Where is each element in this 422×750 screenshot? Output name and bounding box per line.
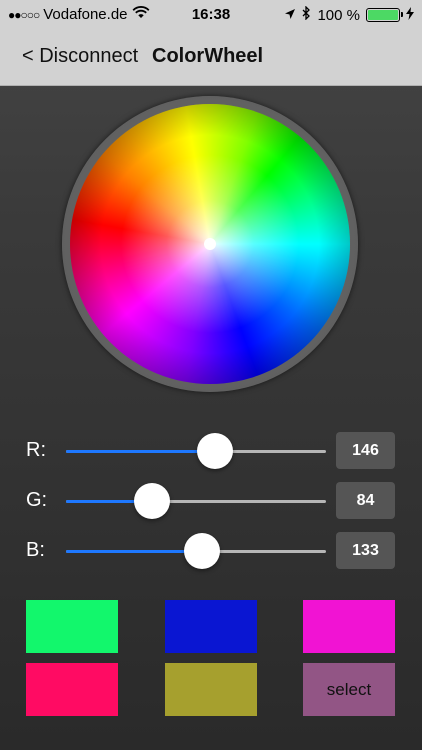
preset-swatch-3[interactable] [303,600,395,653]
blue-slider-thumb[interactable] [183,533,220,569]
battery-percent: 100 % [317,6,360,24]
green-slider[interactable] [66,483,326,519]
color-wheel[interactable] [70,104,350,384]
blue-slider[interactable] [66,533,326,569]
slider-row-blue: B: 133 [0,531,422,571]
location-arrow-icon [284,7,296,24]
preset-swatch-5[interactable] [165,663,257,716]
charging-bolt-icon [406,6,414,24]
status-right: 100 % [284,5,414,24]
slider-row-green: G: 84 [0,481,422,521]
select-color-button[interactable]: select [303,663,395,716]
slider-row-red: R: 146 [0,431,422,471]
status-bar: ●●○○○ Vodafone.de 16:38 100 % [0,0,422,30]
preset-swatch-4[interactable] [26,663,118,716]
battery-icon [366,8,403,22]
red-value-field[interactable]: 146 [336,432,395,469]
select-button-label: select [326,679,372,699]
red-label: R: [26,439,46,461]
blue-label: B: [26,539,45,561]
preset-swatch-1[interactable] [26,600,118,653]
disconnect-button[interactable]: < Disconnect [22,45,138,68]
red-slider[interactable] [66,433,326,469]
blue-slider-fill [66,550,202,553]
preset-swatch-2[interactable] [165,600,257,653]
bluetooth-icon [302,5,311,24]
green-slider-thumb[interactable] [133,483,170,519]
page-title: ColorWheel [152,45,264,67]
green-value-field[interactable]: 84 [336,482,395,519]
blue-value-field[interactable]: 133 [336,532,395,569]
red-slider-fill [66,450,215,453]
green-label: G: [26,489,48,511]
wheel-center-point [204,238,216,250]
red-slider-thumb[interactable] [196,433,233,469]
navigation-bar: < Disconnect ColorWheel [0,30,422,86]
color-wheel-picker[interactable] [62,96,358,392]
